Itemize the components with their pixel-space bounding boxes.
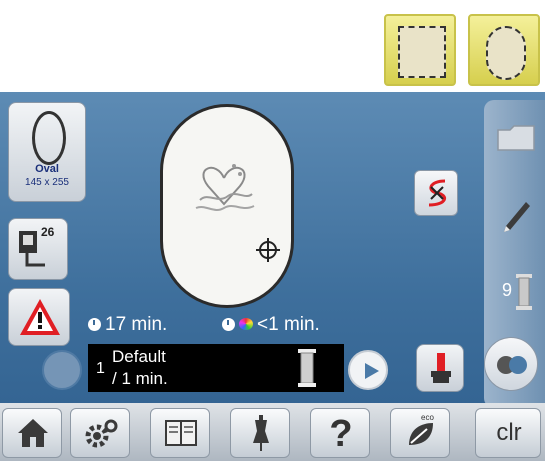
folder-button[interactable] <box>490 112 542 162</box>
dress-form-icon <box>253 415 269 451</box>
leaf-icon <box>409 423 433 445</box>
stitch-time: 17 min. <box>105 314 168 335</box>
speed-number: 26 <box>41 225 55 239</box>
speed-button[interactable]: 26 <box>8 218 68 280</box>
hoop-shape-button[interactable]: Oval 145 x 255 <box>8 102 86 202</box>
play-icon <box>365 363 379 379</box>
folder-icon <box>497 125 535 151</box>
rectangular-hoop-button[interactable] <box>384 14 456 86</box>
color-palette-icon <box>239 318 253 330</box>
oval-hoop-icon <box>486 26 526 80</box>
home-icon <box>18 419 48 447</box>
shape-size: 145 x 255 <box>25 177 69 188</box>
stitch-time-info: 17 min. <box>88 314 167 336</box>
clear-label: clr <box>496 419 522 446</box>
warning-icon <box>20 299 60 335</box>
clear-button[interactable]: clr <box>475 408 541 458</box>
edit-button[interactable] <box>490 192 542 242</box>
presser-foot-icon <box>431 353 451 383</box>
next-color-button[interactable] <box>348 350 388 390</box>
bobbin-number: 9 <box>502 280 513 300</box>
color-time: / 1 min. <box>112 369 168 388</box>
oval-hoop-button[interactable] <box>468 14 540 86</box>
eco-button[interactable]: eco <box>390 408 450 458</box>
color-info-box[interactable]: 1 Default / 1 min. <box>88 344 344 392</box>
color-change-time-info: <1 min. <box>222 314 320 336</box>
pencil-icon <box>504 202 530 232</box>
embroidery-mode-button[interactable] <box>484 337 538 391</box>
needle-position-icon[interactable] <box>256 238 280 262</box>
bobbin-button[interactable]: 9 <box>490 266 542 316</box>
thread-spool-icon <box>298 349 316 387</box>
rectangular-hoop-icon <box>398 26 446 78</box>
shape-name: Oval <box>35 163 59 175</box>
gear-icon <box>85 419 118 448</box>
clock-icon <box>222 318 235 331</box>
color-index: 1 <box>96 360 105 377</box>
bobbin-indicator-icon <box>497 356 527 374</box>
check-size-button[interactable] <box>414 170 458 216</box>
book-icon <box>165 420 197 446</box>
help-icon: ? <box>329 413 353 455</box>
clock-icon <box>88 318 101 331</box>
eco-label: eco <box>421 413 434 422</box>
creative-consultant-button[interactable] <box>230 408 290 458</box>
alert-button[interactable] <box>8 288 70 346</box>
settings-button[interactable] <box>70 408 130 458</box>
oval-shape-icon <box>32 111 66 165</box>
color-change-time: <1 min. <box>257 314 320 335</box>
help-button[interactable]: ? <box>310 408 370 458</box>
home-button[interactable] <box>2 408 62 458</box>
bottom-navigation-bar: ? eco clr <box>0 403 545 461</box>
tutorial-button[interactable] <box>150 408 210 458</box>
previous-color-button[interactable] <box>42 350 82 390</box>
color-name: Default <box>112 347 166 366</box>
embroidery-design-icon <box>195 164 255 211</box>
embroidery-screen: Oval 145 x 255 26 9 17 min. <1 min. 1 De… <box>0 92 545 461</box>
thread-color-button[interactable] <box>416 344 464 392</box>
stitch-path-icon <box>428 179 446 207</box>
thread-spool-icon <box>516 274 532 310</box>
